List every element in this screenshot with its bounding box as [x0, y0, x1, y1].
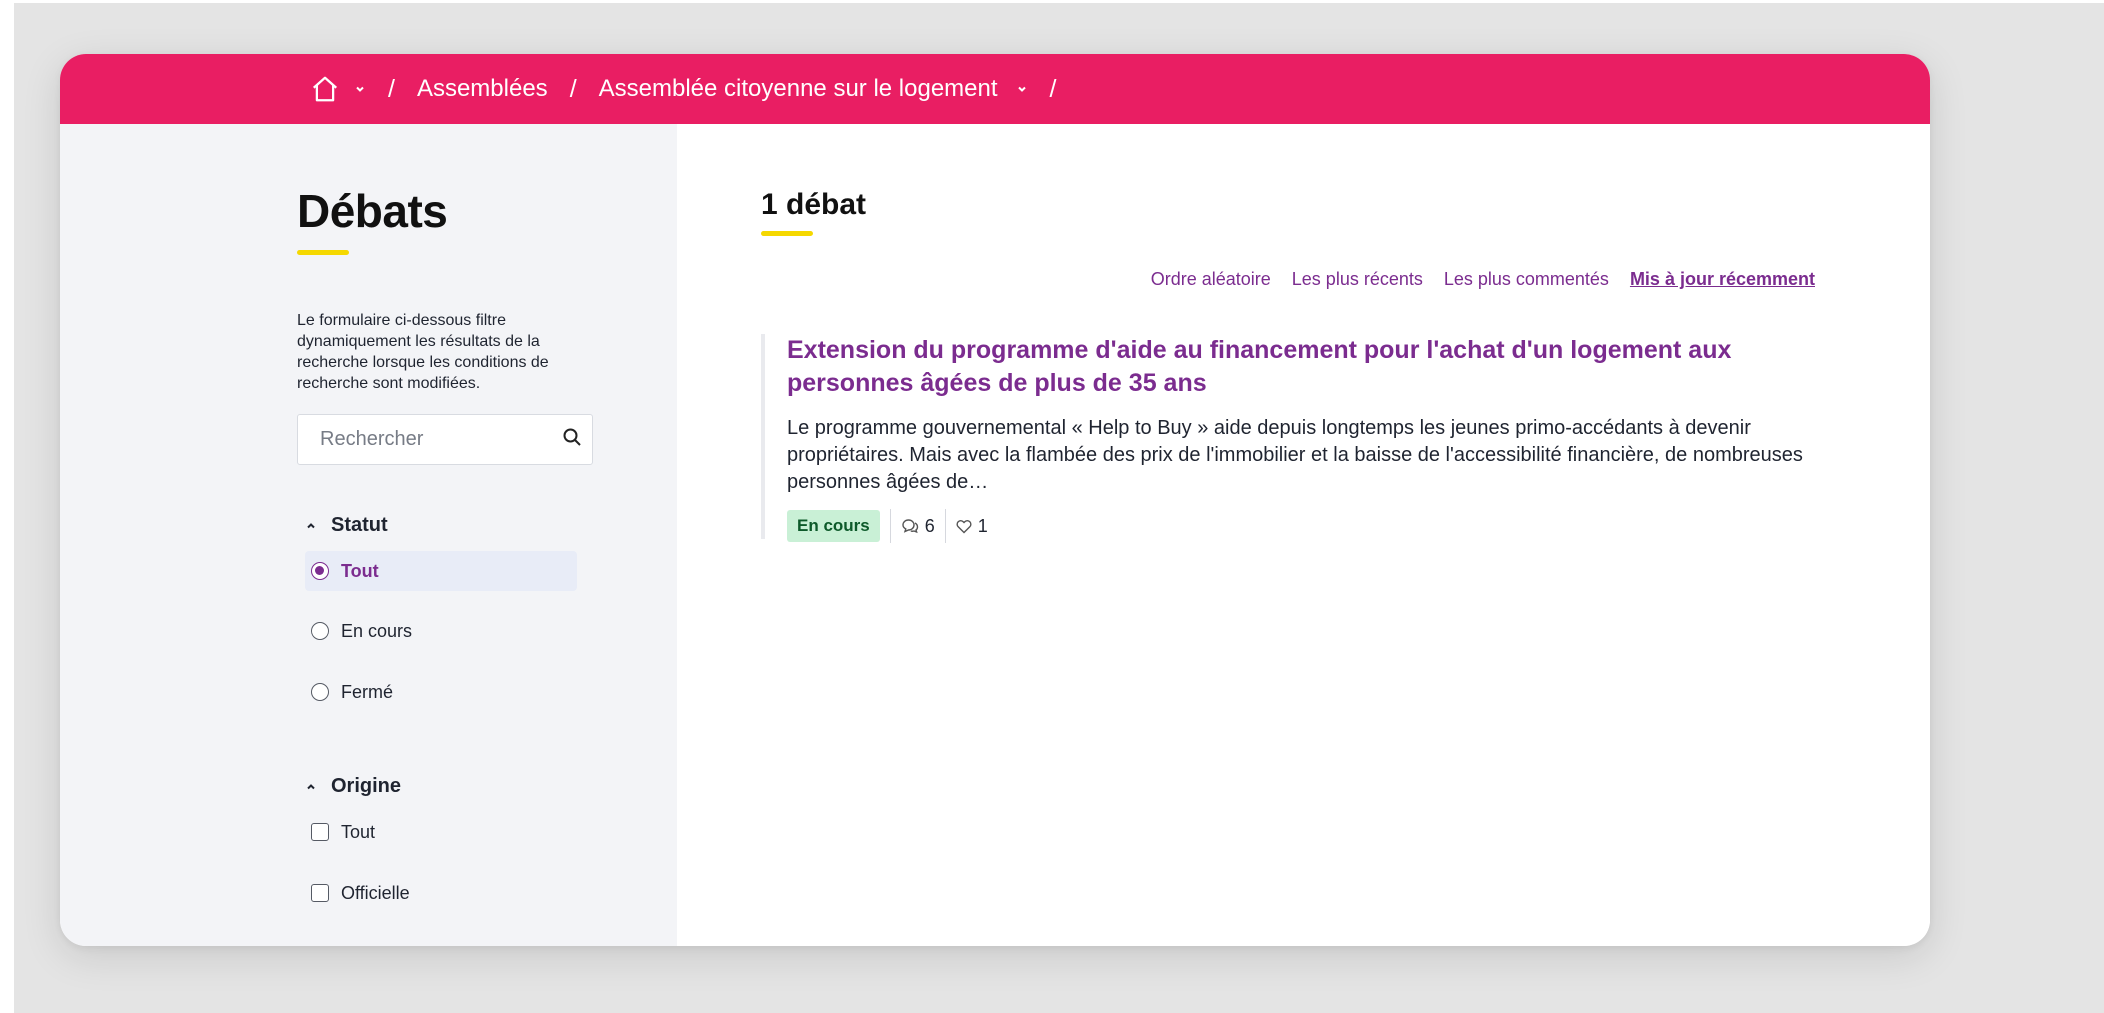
status-option-closed[interactable]: Fermé	[305, 672, 577, 712]
home-icon	[313, 76, 337, 102]
debate-meta: En cours 6 1	[787, 509, 1821, 543]
debate-card: Extension du programme d'aide au finance…	[761, 334, 1821, 543]
origin-filter-label: Origine	[331, 775, 402, 797]
status-filter-toggle[interactable]: Statut	[305, 514, 388, 537]
breadcrumb-separator: /	[569, 74, 577, 103]
chevron-down-icon	[356, 86, 364, 92]
search-input[interactable]	[320, 428, 550, 451]
count-underline	[761, 231, 813, 236]
origin-option-all[interactable]: Tout	[305, 812, 577, 852]
radio-button[interactable]	[311, 622, 329, 640]
filter-sidebar: Débats Le formulaire ci-dessous filtre d…	[60, 124, 677, 946]
debate-excerpt: Le programme gouvernemental « Help to Bu…	[787, 417, 1803, 493]
status-filter-label: Statut	[331, 514, 388, 536]
results-panel: 1 débat Ordre aléatoire Les plus récents…	[677, 124, 1930, 946]
comments-count: 6	[901, 516, 935, 537]
chevron-down-icon	[1017, 86, 1026, 92]
chevron-up-icon	[305, 781, 317, 793]
title-underline	[297, 250, 349, 255]
page-title: Débats	[297, 185, 448, 237]
comments-value: 6	[924, 515, 935, 536]
origin-option-official[interactable]: Officielle	[305, 873, 577, 913]
search-field	[297, 414, 593, 465]
option-label: Officielle	[341, 882, 410, 903]
option-label: Fermé	[341, 681, 394, 702]
breadcrumb: / Assemblées / Assemblée citoyenne sur l…	[60, 54, 1930, 124]
breadcrumb-separator: /	[388, 74, 395, 103]
meta-divider	[944, 509, 946, 543]
status-option-ongoing[interactable]: En cours	[305, 611, 577, 651]
search-icon	[563, 428, 581, 446]
option-label: En cours	[341, 620, 413, 641]
likes-count: 1	[956, 516, 988, 537]
assembly-dropdown-toggle[interactable]	[1016, 83, 1028, 95]
option-label: Tout	[341, 560, 379, 581]
meta-divider	[889, 509, 891, 543]
origin-filter-toggle[interactable]: Origine	[305, 775, 401, 798]
page-top-edge	[0, 0, 2104, 3]
checkbox[interactable]	[311, 884, 329, 902]
comments-icon	[902, 519, 918, 534]
status-option-all[interactable]: Tout	[305, 551, 577, 591]
filter-description: Le formulaire ci-dessous filtre dynamiqu…	[297, 312, 549, 392]
radio-button[interactable]	[311, 683, 329, 701]
page-edge	[0, 0, 14, 1013]
option-label: Tout	[341, 821, 376, 842]
breadcrumb-assemblies[interactable]: Assemblées	[417, 75, 548, 103]
status-badge: En cours	[787, 510, 880, 542]
sort-recently-updated[interactable]: Mis à jour récemment	[1630, 269, 1815, 290]
sort-options: Ordre aléatoire Les plus récents Les plu…	[1151, 269, 1815, 290]
home-dropdown-toggle[interactable]	[354, 83, 366, 95]
chevron-up-icon	[305, 520, 317, 532]
radio-button[interactable]	[311, 562, 329, 580]
sort-recent[interactable]: Les plus récents	[1292, 269, 1423, 290]
app-window: / Assemblées / Assemblée citoyenne sur l…	[60, 54, 1930, 946]
search-button[interactable]	[562, 427, 582, 452]
heart-icon	[956, 519, 972, 533]
likes-value: 1	[977, 515, 988, 536]
breadcrumb-separator: /	[1049, 74, 1057, 103]
breadcrumb-assembly[interactable]: Assemblée citoyenne sur le logement	[599, 75, 998, 103]
home-link[interactable]	[310, 74, 340, 104]
debate-title-link[interactable]: Extension du programme d'aide au finance…	[787, 334, 1747, 400]
sort-most-commented[interactable]: Les plus commentés	[1444, 269, 1609, 290]
sort-random[interactable]: Ordre aléatoire	[1151, 269, 1271, 290]
results-count: 1 débat	[761, 188, 867, 221]
checkbox[interactable]	[311, 823, 329, 841]
